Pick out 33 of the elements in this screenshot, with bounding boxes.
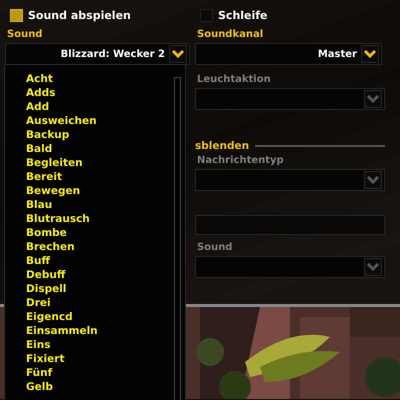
- menu-item[interactable]: Blau: [26, 198, 52, 212]
- field-label: Leuchtaktion: [196, 73, 272, 87]
- menu-item[interactable]: Blutrausch: [26, 212, 90, 226]
- menu-item[interactable]: Dispell: [26, 282, 66, 296]
- menu-item[interactable]: Ausweichen: [26, 114, 97, 128]
- field-label: Sound: [196, 241, 234, 255]
- menu-item[interactable]: Drei: [26, 296, 51, 310]
- menu-item[interactable]: Fixiert: [26, 352, 64, 366]
- channel-dropdown[interactable]: Master: [195, 43, 382, 65]
- checkbox[interactable]: Sound abspielen: [10, 6, 200, 24]
- menu-item[interactable]: Add: [26, 100, 50, 114]
- menu-item[interactable]: Bereit: [26, 170, 62, 184]
- menu-item[interactable]: Acht: [26, 72, 53, 86]
- menu-item[interactable]: Bewegen: [26, 184, 80, 198]
- menu-item[interactable]: Gelb: [26, 380, 53, 394]
- menu-item[interactable]: Fünf: [26, 366, 52, 380]
- menu-item[interactable]: Bald: [26, 142, 52, 156]
- menu-item[interactable]: Begleiten: [26, 156, 83, 170]
- menu-item[interactable]: Debuff: [26, 268, 66, 282]
- field-label: Nachrichtentyp: [196, 154, 285, 168]
- menu-item[interactable]: Brechen: [26, 240, 75, 254]
- section-title: sblenden: [195, 140, 250, 152]
- field-label: Sound: [6, 28, 44, 42]
- menu-item[interactable]: Einsammeln: [26, 324, 98, 338]
- menu-item[interactable]: Eigencd: [26, 310, 73, 324]
- menu-item[interactable]: Bombe: [26, 226, 67, 240]
- menu-item[interactable]: Backup: [26, 128, 70, 142]
- menu-item[interactable]: Buff: [26, 254, 50, 268]
- checkbox[interactable]: Schleife: [200, 6, 390, 24]
- field-label: Soundkanal: [196, 28, 264, 42]
- menu-item[interactable]: Adds: [26, 86, 56, 100]
- menu-item[interactable]: Eins: [26, 338, 50, 352]
- sound-dropdown[interactable]: Blizzard: Wecker 2: [5, 43, 190, 65]
